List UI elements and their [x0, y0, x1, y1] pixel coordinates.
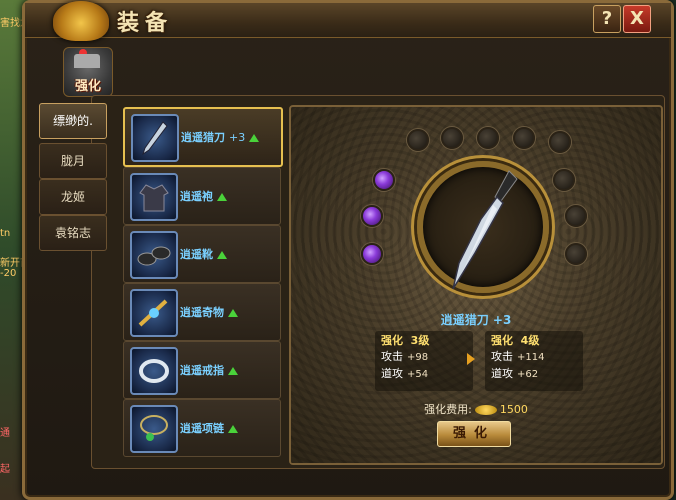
help-button[interactable]: ?: [593, 5, 621, 33]
socket-slot-lit: [373, 169, 395, 191]
strengthen-button[interactable]: 强化: [437, 421, 511, 447]
tab-strengthen-label: 强化: [74, 79, 101, 94]
current-attack: 攻击 +98: [381, 350, 429, 363]
current-dao-attack: 道攻 +54: [381, 367, 429, 380]
socket-slot: [513, 127, 535, 149]
strengthen-cost: 强化费用: 1500: [291, 401, 661, 417]
equipment-window: 装备 ? X 强化 缥缈的. 胧月 龙姬 袁铭志 逍遥猎刀+3 逍遥袍 逍遥靴: [22, 0, 674, 500]
socket-slot: [553, 169, 575, 191]
socket-slot: [477, 127, 499, 149]
equipment-name: 逍遥猎刀 +3: [181, 129, 260, 145]
background-text: 起: [0, 464, 10, 475]
upgrade-arrow-icon: [228, 367, 238, 375]
equipment-slot-necklace[interactable]: 逍遥项链: [123, 399, 281, 457]
upgrade-arrow-icon: [228, 425, 238, 433]
background-text: tn: [0, 228, 11, 239]
equipment-name: 逍遥戒指: [180, 362, 238, 378]
necklace-icon: [130, 405, 178, 453]
current-stats: 强化 3级 攻击 +98 道攻 +54: [375, 331, 473, 391]
anvil-icon: [74, 54, 100, 68]
socket-slot: [407, 129, 429, 151]
tab-strengthen[interactable]: 强化: [63, 47, 113, 97]
boots-icon: [130, 231, 178, 279]
upgrade-arrow-icon: [249, 134, 260, 142]
window-titlebar[interactable]: 装备 ? X: [25, 1, 671, 41]
character-tab[interactable]: 龙姬: [39, 179, 107, 215]
upgrade-arrow-icon: [228, 309, 238, 317]
background-text: 通: [0, 428, 10, 439]
equipment-name: 逍遥项链: [180, 420, 238, 436]
equipment-slot-boots[interactable]: 逍遥靴: [123, 225, 281, 283]
background-text: -20: [0, 268, 17, 279]
socket-slot: [565, 205, 587, 227]
forge-panel: 逍遥猎刀 +3 强化 3级 攻击 +98 道攻 +54 强化 4级 攻击 +114 道…: [289, 105, 663, 465]
equipment-name: 逍遥奇物: [180, 304, 238, 320]
socket-slot-lit: [361, 205, 383, 227]
equipment-emblem-icon: [53, 1, 109, 41]
cost-label: 强化费用:: [424, 403, 472, 416]
window-title: 装备: [117, 10, 174, 36]
upgrade-arrow-icon: [217, 251, 227, 259]
equipment-slot-artifact[interactable]: 逍遥奇物: [123, 283, 281, 341]
coin-icon: [474, 405, 497, 415]
artifact-icon: [130, 289, 178, 337]
next-dao-attack: 道攻 +62: [491, 367, 539, 380]
socket-slot-lit: [361, 243, 383, 265]
socket-slot: [565, 243, 587, 265]
equipment-list: 逍遥猎刀 +3 逍遥袍 逍遥靴 逍遥奇物 逍遥戒指 逍遥项链: [117, 103, 283, 467]
next-stats: 强化 4级 攻击 +114 道攻 +62: [485, 331, 583, 391]
arrow-right-icon: [467, 353, 475, 365]
character-tab[interactable]: 胧月: [39, 143, 107, 179]
next-attack: 攻击 +114: [491, 350, 545, 363]
character-tab[interactable]: 袁铭志: [39, 215, 107, 251]
robe-icon: [130, 173, 178, 221]
equipment-slot-weapon[interactable]: 逍遥猎刀 +3: [123, 107, 283, 167]
dagger-preview-icon: [452, 170, 518, 290]
equipment-slot-ring[interactable]: 逍遥戒指: [123, 341, 281, 399]
forge-item-title: 逍遥猎刀 +3: [440, 313, 512, 327]
socket-slot: [549, 131, 571, 153]
equipment-name: 逍遥袍: [180, 188, 227, 204]
next-level: 强化 4级: [491, 334, 540, 347]
upgrade-arrow-icon: [217, 193, 227, 201]
equipment-name: 逍遥靴: [180, 246, 227, 262]
ring-icon: [130, 347, 178, 395]
equipment-slot-armor[interactable]: 逍遥袍: [123, 167, 281, 225]
dagger-icon: [131, 114, 179, 162]
cost-value: 1500: [499, 403, 528, 416]
close-button[interactable]: X: [623, 5, 651, 33]
character-tab[interactable]: 缥缈的.: [39, 103, 107, 139]
current-level: 强化 3级: [381, 334, 430, 347]
socket-slot: [441, 127, 463, 149]
